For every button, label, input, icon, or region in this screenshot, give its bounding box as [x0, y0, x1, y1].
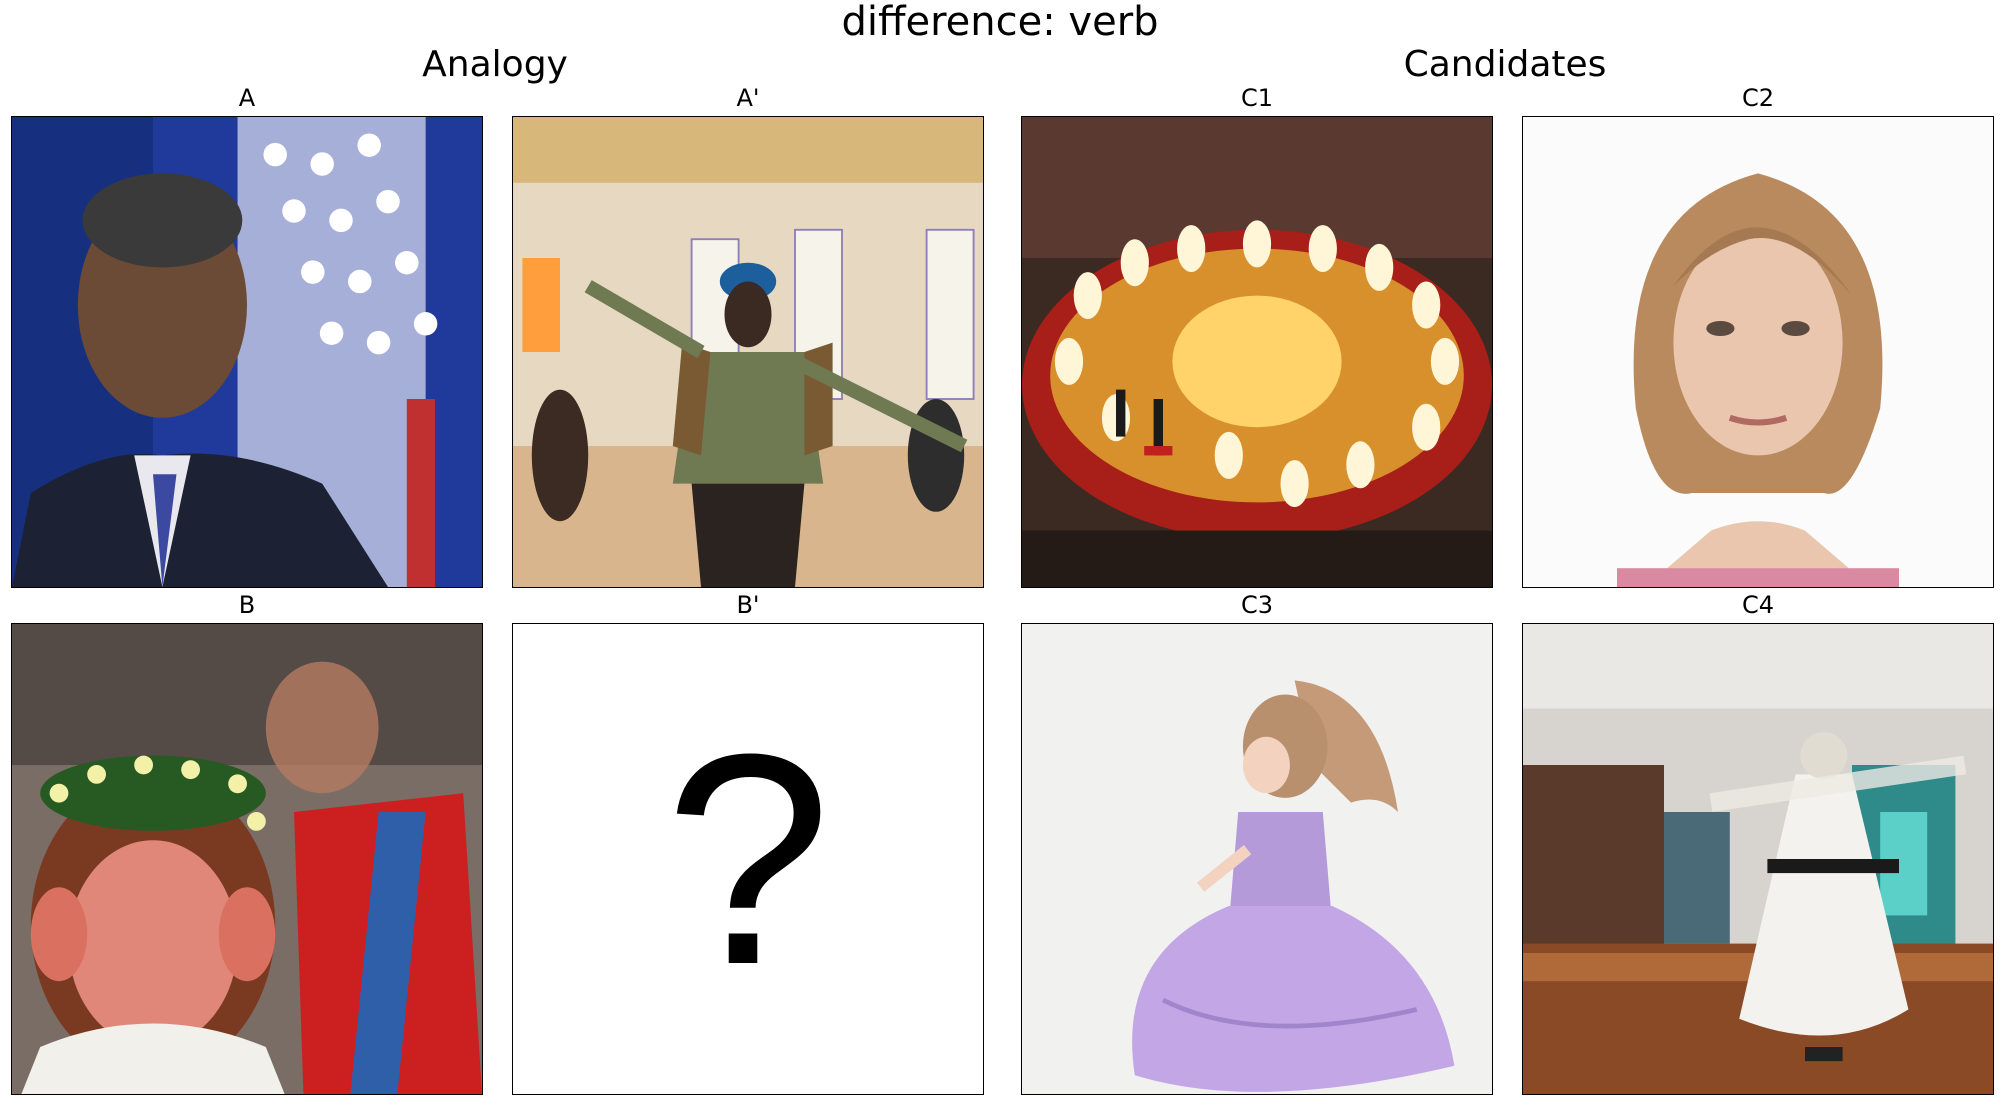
image-c1[interactable] — [1021, 116, 1493, 588]
image-a-prime[interactable] — [512, 116, 984, 588]
panel-title-c1: C1 — [1240, 84, 1274, 112]
panel-title-c4: C4 — [1741, 591, 1775, 619]
image-c3[interactable] — [1021, 623, 1493, 1095]
image-a[interactable] — [11, 116, 483, 588]
man-looking-down-photo — [12, 117, 482, 587]
image-c2[interactable] — [1522, 116, 1994, 588]
panel-title-c3: C3 — [1240, 591, 1274, 619]
panel-title-a-prime: A' — [736, 84, 760, 112]
dervish-room-photo — [1523, 624, 1993, 1094]
panel-title-a: A — [238, 84, 256, 112]
girl-twirling-photo — [1022, 624, 1492, 1094]
candidates-heading: Candidates — [1403, 44, 1607, 85]
figure-title: difference: verb — [841, 0, 1159, 45]
image-b[interactable] — [11, 623, 483, 1095]
dervish-arena-photo — [1022, 117, 1492, 587]
panel-title-b-prime: B' — [736, 591, 760, 619]
panel-title-c2: C2 — [1741, 84, 1775, 112]
question-mark-icon: ? — [664, 691, 832, 1027]
panel-title-b: B — [238, 591, 256, 619]
child-covering-ears-photo — [12, 624, 482, 1094]
analogy-heading: Analogy — [422, 44, 568, 85]
image-c4[interactable] — [1522, 623, 1994, 1095]
woman-portrait-photo — [1523, 117, 1993, 587]
man-dancing-photo — [513, 117, 983, 587]
image-b-prime[interactable]: ? — [512, 623, 984, 1095]
